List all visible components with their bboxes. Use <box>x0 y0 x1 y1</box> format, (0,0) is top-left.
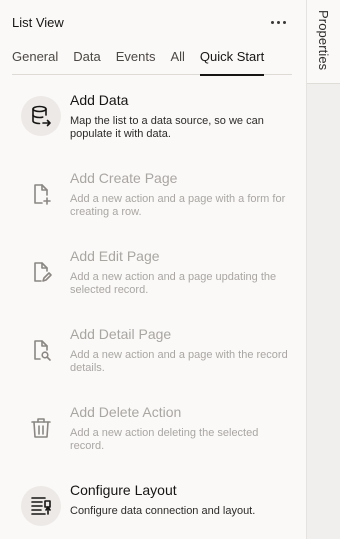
item-description: Configure data connection and layout. <box>70 505 256 517</box>
tab-events[interactable]: Events <box>116 49 156 75</box>
dot-icon <box>282 20 286 24</box>
quick-start-add-edit-page: Add Edit Page Add a new action and a pag… <box>0 238 307 316</box>
tab-bar: General Data Events All Quick Start <box>12 49 292 76</box>
tab-data[interactable]: Data <box>73 49 100 75</box>
rail-tab-label: Properties <box>316 10 331 71</box>
quick-start-add-data[interactable]: Add Data Map the list to a data source, … <box>0 82 307 160</box>
item-title: Configure Layout <box>70 482 177 498</box>
detail-page-icon <box>21 330 61 370</box>
dot-icon <box>270 20 274 24</box>
panel-title: List View <box>12 15 64 30</box>
quick-start-list: Add Data Map the list to a data source, … <box>0 82 307 539</box>
item-description: Add a new action deleting the selected r… <box>70 427 259 452</box>
item-title: Add Edit Page <box>70 248 160 264</box>
item-title: Add Create Page <box>70 170 178 186</box>
side-rail: Properties <box>307 0 340 539</box>
layout-icon <box>21 486 61 526</box>
quick-start-add-create-page: Add Create Page Add a new action and a p… <box>0 160 307 238</box>
item-title: Add Data <box>70 92 129 108</box>
item-description: Add a new action and a page updating the… <box>70 271 277 296</box>
tab-all[interactable]: All <box>170 49 184 75</box>
tab-general[interactable]: General <box>12 49 58 75</box>
item-title: Add Delete Action <box>70 404 182 420</box>
properties-panel: List View General Data Events All Quick … <box>0 0 307 539</box>
quick-start-configure-layout[interactable]: Configure Layout Configure data connecti… <box>0 472 307 539</box>
quick-start-add-detail-page: Add Detail Page Add a new action and a p… <box>0 316 307 394</box>
trash-icon <box>21 408 61 448</box>
properties-rail-tab[interactable]: Properties <box>307 0 340 84</box>
more-actions-button[interactable] <box>266 12 290 32</box>
add-page-icon <box>21 174 61 214</box>
item-description: Map the list to a data source, so we can… <box>70 115 264 140</box>
item-title: Add Detail Page <box>70 326 172 342</box>
quick-start-add-delete-action: Add Delete Action Add a new action delet… <box>0 394 307 472</box>
edit-page-icon <box>21 252 61 292</box>
item-description: Add a new action and a page with a form … <box>70 193 286 218</box>
tab-quick-start[interactable]: Quick Start <box>199 49 265 76</box>
database-icon <box>21 96 61 136</box>
item-description: Add a new action and a page with the rec… <box>70 349 288 374</box>
dot-icon <box>276 20 280 24</box>
